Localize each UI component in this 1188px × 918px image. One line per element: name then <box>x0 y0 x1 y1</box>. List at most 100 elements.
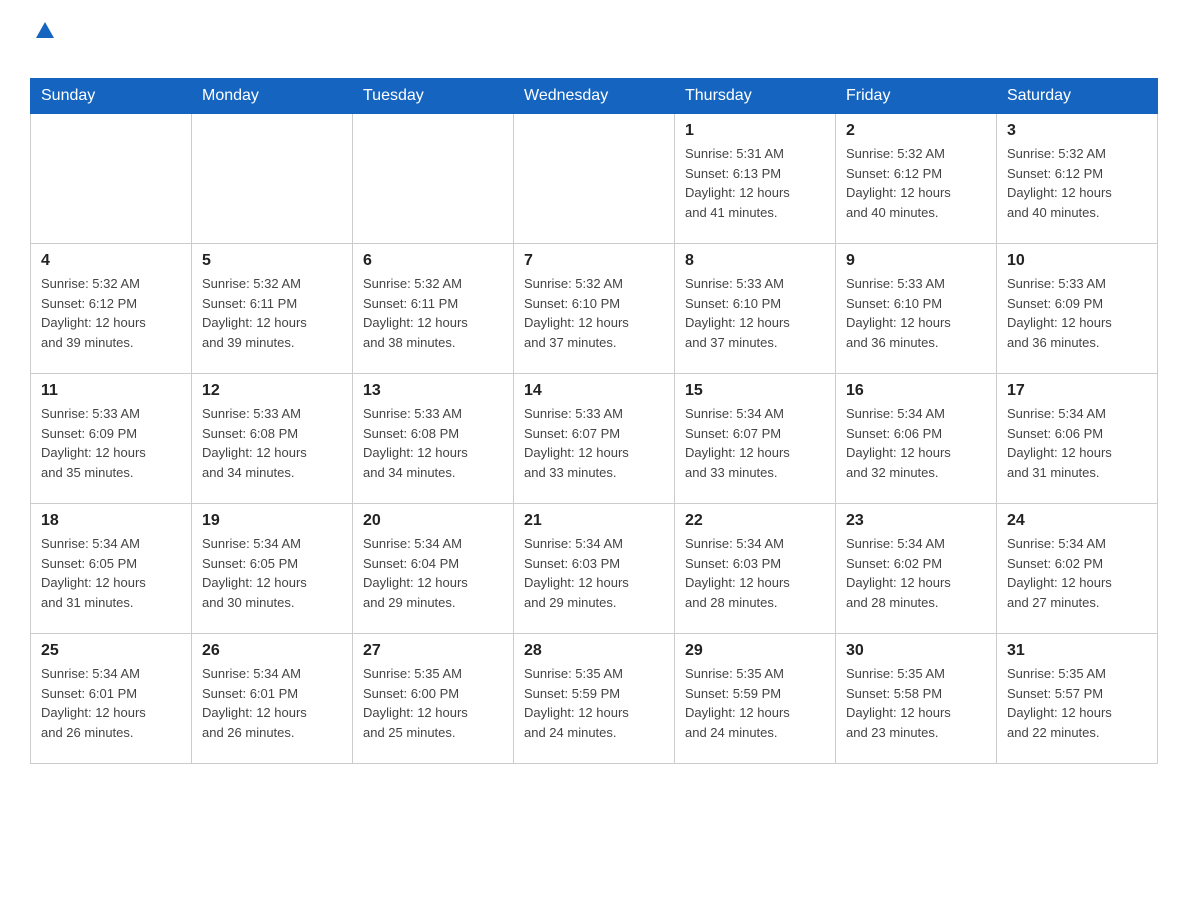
day-number: 26 <box>202 642 342 660</box>
day-number: 28 <box>524 642 664 660</box>
day-info: Sunrise: 5:32 AM Sunset: 6:12 PM Dayligh… <box>41 274 181 352</box>
calendar-day: 27 Sunrise: 5:35 AM Sunset: 6:00 PM Dayli… <box>353 634 514 764</box>
day-info: Sunrise: 5:34 AM Sunset: 6:05 PM Dayligh… <box>41 534 181 612</box>
day-number: 21 <box>524 512 664 530</box>
logo-triangle-icon <box>34 20 56 42</box>
day-number: 31 <box>1007 642 1147 660</box>
calendar-day: 21 Sunrise: 5:34 AM Sunset: 6:03 PM Dayli… <box>514 504 675 634</box>
page-header <box>30 20 1158 68</box>
calendar-day: 2Sunrise: 5:32 AM Sunset: 6:12 PM Daylig… <box>836 114 997 244</box>
day-number: 29 <box>685 642 825 660</box>
calendar-day: 22 Sunrise: 5:34 AM Sunset: 6:03 PM Dayli… <box>675 504 836 634</box>
day-info: Sunrise: 5:35 AM Sunset: 5:58 PM Dayligh… <box>846 664 986 742</box>
calendar-day: 9 Sunrise: 5:33 AM Sunset: 6:10 PM Daylig… <box>836 244 997 374</box>
day-number: 8 <box>685 252 825 270</box>
day-info: Sunrise: 5:33 AM Sunset: 6:10 PM Dayligh… <box>685 274 825 352</box>
day-info: Sunrise: 5:34 AM Sunset: 6:03 PM Dayligh… <box>685 534 825 612</box>
calendar-week-row: 25 Sunrise: 5:34 AM Sunset: 6:01 PM Dayli… <box>31 634 1158 764</box>
calendar-day <box>31 114 192 244</box>
day-info: Sunrise: 5:33 AM Sunset: 6:10 PM Dayligh… <box>846 274 986 352</box>
calendar-day: 28Sunrise: 5:35 AM Sunset: 5:59 PM Dayli… <box>514 634 675 764</box>
day-number: 24 <box>1007 512 1147 530</box>
calendar-header-sunday: Sunday <box>31 79 192 114</box>
calendar-day: 19 Sunrise: 5:34 AM Sunset: 6:05 PM Dayli… <box>192 504 353 634</box>
day-info: Sunrise: 5:34 AM Sunset: 6:06 PM Dayligh… <box>1007 404 1147 482</box>
day-info: Sunrise: 5:34 AM Sunset: 6:03 PM Dayligh… <box>524 534 664 612</box>
calendar-day: 30 Sunrise: 5:35 AM Sunset: 5:58 PM Dayli… <box>836 634 997 764</box>
day-number: 14 <box>524 382 664 400</box>
day-number: 27 <box>363 642 503 660</box>
calendar-day <box>514 114 675 244</box>
day-info: Sunrise: 5:35 AM Sunset: 5:57 PM Dayligh… <box>1007 664 1147 742</box>
calendar-header-saturday: Saturday <box>997 79 1158 114</box>
day-info: Sunrise: 5:34 AM Sunset: 6:01 PM Dayligh… <box>41 664 181 742</box>
calendar-day: 14 Sunrise: 5:33 AM Sunset: 6:07 PM Dayli… <box>514 374 675 504</box>
calendar-header-thursday: Thursday <box>675 79 836 114</box>
calendar-header-monday: Monday <box>192 79 353 114</box>
day-number: 6 <box>363 252 503 270</box>
day-number: 16 <box>846 382 986 400</box>
calendar-week-row: 1 Sunrise: 5:31 AM Sunset: 6:13 PM Daylig… <box>31 114 1158 244</box>
day-info: Sunrise: 5:32 AM Sunset: 6:10 PM Dayligh… <box>524 274 664 352</box>
calendar-day: 13 Sunrise: 5:33 AM Sunset: 6:08 PM Dayli… <box>353 374 514 504</box>
day-info: Sunrise: 5:33 AM Sunset: 6:08 PM Dayligh… <box>202 404 342 482</box>
calendar-day: 11Sunrise: 5:33 AM Sunset: 6:09 PM Dayli… <box>31 374 192 504</box>
day-number: 15 <box>685 382 825 400</box>
day-info: Sunrise: 5:32 AM Sunset: 6:12 PM Dayligh… <box>846 144 986 222</box>
day-info: Sunrise: 5:33 AM Sunset: 6:09 PM Dayligh… <box>1007 274 1147 352</box>
calendar-header-friday: Friday <box>836 79 997 114</box>
day-number: 12 <box>202 382 342 400</box>
day-info: Sunrise: 5:33 AM Sunset: 6:08 PM Dayligh… <box>363 404 503 482</box>
calendar-week-row: 11Sunrise: 5:33 AM Sunset: 6:09 PM Dayli… <box>31 374 1158 504</box>
day-number: 22 <box>685 512 825 530</box>
calendar-day <box>192 114 353 244</box>
calendar-day: 3 Sunrise: 5:32 AM Sunset: 6:12 PM Daylig… <box>997 114 1158 244</box>
day-number: 10 <box>1007 252 1147 270</box>
day-number: 17 <box>1007 382 1147 400</box>
calendar-day: 23 Sunrise: 5:34 AM Sunset: 6:02 PM Dayli… <box>836 504 997 634</box>
calendar-day: 4 Sunrise: 5:32 AM Sunset: 6:12 PM Daylig… <box>31 244 192 374</box>
calendar-table: SundayMondayTuesdayWednesdayThursdayFrid… <box>30 78 1158 764</box>
day-number: 30 <box>846 642 986 660</box>
day-info: Sunrise: 5:35 AM Sunset: 6:00 PM Dayligh… <box>363 664 503 742</box>
day-number: 19 <box>202 512 342 530</box>
day-info: Sunrise: 5:33 AM Sunset: 6:07 PM Dayligh… <box>524 404 664 482</box>
calendar-header-tuesday: Tuesday <box>353 79 514 114</box>
day-number: 1 <box>685 122 825 140</box>
day-number: 23 <box>846 512 986 530</box>
day-number: 25 <box>41 642 181 660</box>
calendar-day: 18 Sunrise: 5:34 AM Sunset: 6:05 PM Dayli… <box>31 504 192 634</box>
calendar-day: 17 Sunrise: 5:34 AM Sunset: 6:06 PM Dayli… <box>997 374 1158 504</box>
day-info: Sunrise: 5:33 AM Sunset: 6:09 PM Dayligh… <box>41 404 181 482</box>
calendar-day: 25 Sunrise: 5:34 AM Sunset: 6:01 PM Dayli… <box>31 634 192 764</box>
calendar-day: 8 Sunrise: 5:33 AM Sunset: 6:10 PM Daylig… <box>675 244 836 374</box>
calendar-day: 29 Sunrise: 5:35 AM Sunset: 5:59 PM Dayli… <box>675 634 836 764</box>
calendar-header-row: SundayMondayTuesdayWednesdayThursdayFrid… <box>31 79 1158 114</box>
day-info: Sunrise: 5:34 AM Sunset: 6:05 PM Dayligh… <box>202 534 342 612</box>
calendar-day: 5Sunrise: 5:32 AM Sunset: 6:11 PM Daylig… <box>192 244 353 374</box>
day-info: Sunrise: 5:34 AM Sunset: 6:04 PM Dayligh… <box>363 534 503 612</box>
calendar-header-wednesday: Wednesday <box>514 79 675 114</box>
calendar-day: 6Sunrise: 5:32 AM Sunset: 6:11 PM Daylig… <box>353 244 514 374</box>
day-number: 4 <box>41 252 181 270</box>
calendar-day: 16 Sunrise: 5:34 AM Sunset: 6:06 PM Dayli… <box>836 374 997 504</box>
day-number: 3 <box>1007 122 1147 140</box>
day-number: 20 <box>363 512 503 530</box>
calendar-day: 31 Sunrise: 5:35 AM Sunset: 5:57 PM Dayli… <box>997 634 1158 764</box>
day-number: 7 <box>524 252 664 270</box>
day-info: Sunrise: 5:32 AM Sunset: 6:12 PM Dayligh… <box>1007 144 1147 222</box>
day-number: 9 <box>846 252 986 270</box>
calendar-day: 15Sunrise: 5:34 AM Sunset: 6:07 PM Dayli… <box>675 374 836 504</box>
day-info: Sunrise: 5:35 AM Sunset: 5:59 PM Dayligh… <box>685 664 825 742</box>
calendar-week-row: 18 Sunrise: 5:34 AM Sunset: 6:05 PM Dayli… <box>31 504 1158 634</box>
calendar-day: 1 Sunrise: 5:31 AM Sunset: 6:13 PM Daylig… <box>675 114 836 244</box>
day-info: Sunrise: 5:34 AM Sunset: 6:02 PM Dayligh… <box>846 534 986 612</box>
logo <box>30 20 56 68</box>
day-info: Sunrise: 5:34 AM Sunset: 6:02 PM Dayligh… <box>1007 534 1147 612</box>
day-number: 13 <box>363 382 503 400</box>
day-number: 18 <box>41 512 181 530</box>
calendar-day <box>353 114 514 244</box>
day-info: Sunrise: 5:31 AM Sunset: 6:13 PM Dayligh… <box>685 144 825 222</box>
day-info: Sunrise: 5:34 AM Sunset: 6:06 PM Dayligh… <box>846 404 986 482</box>
day-number: 5 <box>202 252 342 270</box>
